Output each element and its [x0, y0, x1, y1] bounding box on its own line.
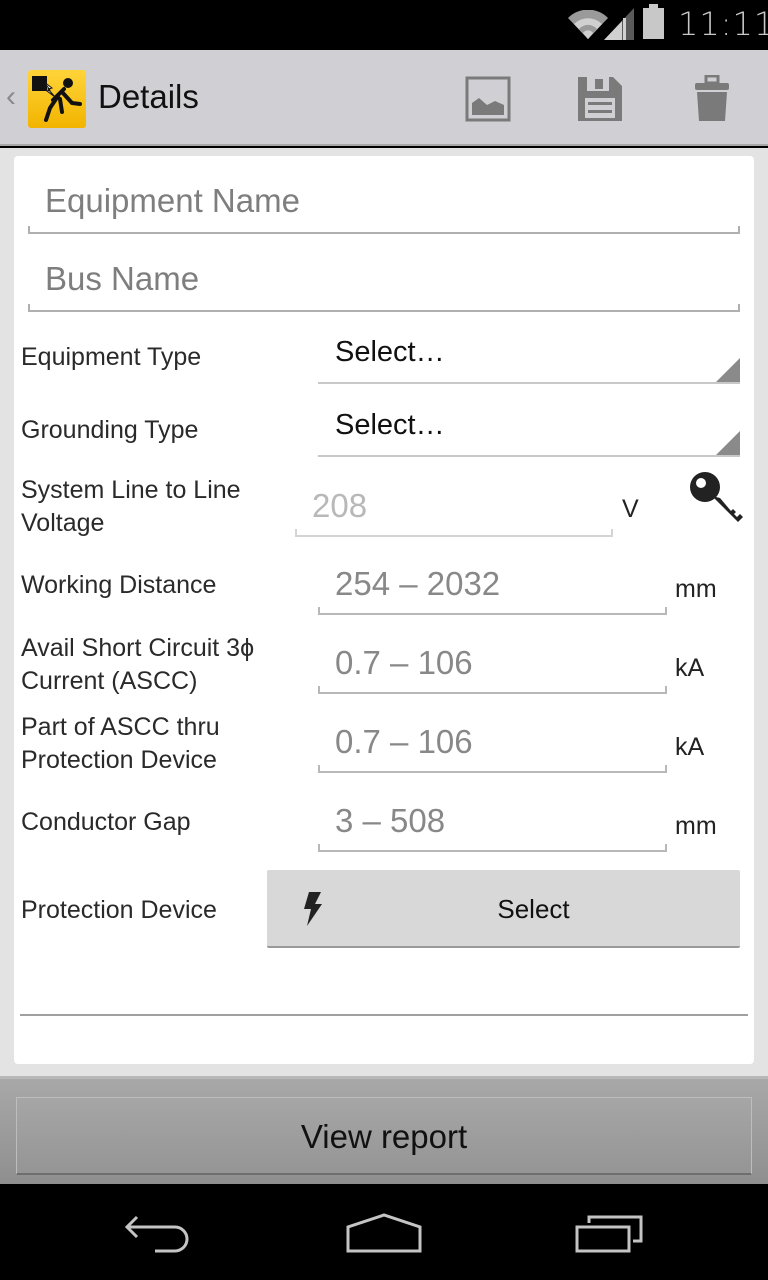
- home-icon: [346, 1213, 422, 1253]
- working-distance-input[interactable]: 254 – 2032: [318, 565, 667, 615]
- view-report-button[interactable]: View report: [16, 1097, 752, 1175]
- key-icon: [690, 472, 743, 522]
- conductor-gap-label: Conductor Gap: [21, 808, 191, 836]
- clock: 11:11: [678, 5, 768, 43]
- protection-device-button-label: Select: [497, 894, 570, 924]
- equipment-type-label: Equipment Type: [21, 343, 202, 371]
- voltage-unit: V: [622, 495, 639, 523]
- conductor-gap-unit: mm: [675, 812, 717, 840]
- back-button[interactable]: [110, 1208, 210, 1258]
- image-icon: [465, 76, 511, 122]
- delete-button[interactable]: [685, 72, 739, 126]
- voltage-input[interactable]: 208: [295, 487, 613, 537]
- battery-icon: [643, 4, 664, 39]
- delete-icon: [695, 75, 729, 121]
- ascc-thru-device-input[interactable]: 0.7 – 106: [318, 723, 667, 773]
- voltage-value: 208: [312, 487, 368, 524]
- system-navigation-bar: [0, 1184, 768, 1280]
- dropdown-triangle-icon: [716, 358, 740, 382]
- ascc-thru-device-placeholder: 0.7 – 106: [335, 723, 473, 760]
- protection-device-select-button[interactable]: Select: [267, 870, 740, 948]
- save-button[interactable]: [573, 72, 627, 126]
- ascc-input[interactable]: 0.7 – 106: [318, 644, 667, 694]
- equipment-type-dropdown[interactable]: Select…: [318, 332, 740, 384]
- working-distance-label: Working Distance: [21, 571, 217, 599]
- equipment-type-value: Select…: [335, 336, 445, 368]
- conductor-gap-input[interactable]: 3 – 508: [318, 802, 667, 852]
- grounding-type-label: Grounding Type: [21, 416, 199, 444]
- home-button[interactable]: [334, 1208, 434, 1258]
- protection-device-label: Protection Device: [21, 896, 217, 924]
- bus-name-placeholder: Bus Name: [45, 260, 200, 297]
- unlock-voltage-button[interactable]: [688, 470, 746, 526]
- ascc-unit: kA: [675, 654, 705, 682]
- voltage-label: System Line to Line Voltage: [21, 476, 241, 537]
- up-navigation-caret-icon[interactable]: ‹: [6, 80, 16, 114]
- back-icon: [125, 1215, 189, 1253]
- cell-signal-icon: [604, 8, 634, 40]
- equipment-name-input[interactable]: Equipment Name: [28, 172, 740, 234]
- page-title: Details: [98, 78, 199, 115]
- grounding-type-dropdown[interactable]: Select…: [318, 405, 740, 457]
- ascc-label: Avail Short Circuit 3ϕ Current (ASCC): [21, 634, 255, 695]
- recent-apps-icon: [575, 1215, 643, 1253]
- recent-apps-button[interactable]: [560, 1208, 660, 1258]
- conductor-gap-placeholder: 3 – 508: [335, 802, 446, 839]
- image-button[interactable]: [461, 72, 515, 126]
- ascc-thru-device-unit: kA: [675, 733, 705, 761]
- ascc-placeholder: 0.7 – 106: [335, 644, 473, 681]
- action-bar: ‹ Details: [0, 50, 768, 146]
- grounding-type-value: Select…: [335, 409, 445, 441]
- bus-name-input[interactable]: Bus Name: [28, 250, 740, 312]
- ascc-thru-device-label: Part of ASCC thru Protection Device: [21, 713, 220, 774]
- status-bar: 11:11: [0, 0, 768, 50]
- dropdown-triangle-icon: [716, 431, 740, 455]
- equipment-name-placeholder: Equipment Name: [45, 182, 300, 219]
- divider: [20, 1014, 748, 1016]
- bottom-action-bar: View report: [0, 1076, 768, 1184]
- electrical-hazard-app-icon[interactable]: [28, 70, 86, 128]
- save-icon: [578, 77, 622, 121]
- wifi-icon: [568, 10, 608, 39]
- working-distance-placeholder: 254 – 2032: [335, 565, 501, 602]
- view-report-label: View report: [300, 1118, 468, 1155]
- working-distance-unit: mm: [675, 575, 717, 603]
